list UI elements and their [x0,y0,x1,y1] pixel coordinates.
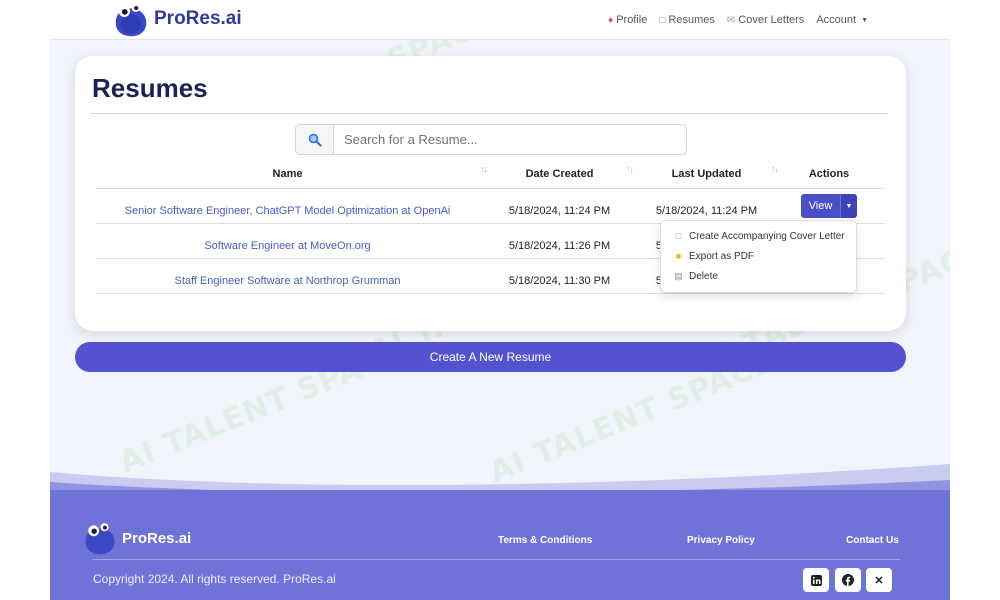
document-icon: □ [659,14,666,26]
column-header-name[interactable]: Name [95,168,480,180]
page-title: Resumes [92,73,208,103]
prores-logo-icon [115,3,147,37]
copyright-text: Copyright 2024. All rights reserved. Pro… [93,572,336,586]
chevron-down-icon: ▼ [845,202,853,210]
column-header-actions: Actions [808,168,850,180]
export-pdf-menu-item[interactable]: ■ Export as PDF [661,246,856,266]
sort-icon[interactable]: ↑↓ [626,164,634,174]
nav-resumes-link[interactable]: □ Resumes [659,14,715,26]
nav-link-label: Resumes [668,14,715,26]
actions-dropdown-toggle[interactable]: ▼ [840,194,857,218]
document-icon: □ [675,231,682,241]
nav-profile-link[interactable]: ♦ Profile [608,14,647,26]
view-button[interactable]: View [801,194,840,218]
footer-brand-name: ProRes.ai [122,529,192,547]
resume-name-link[interactable]: Staff Engineer Software at Northrop Grum… [95,275,480,287]
menu-item-label: Delete [689,270,718,282]
table-divider [95,188,885,189]
chevron-down-icon: ▼ [861,16,868,24]
x-icon[interactable]: ✕ [866,568,892,592]
flame-icon: ♦ [608,14,614,26]
trash-icon: ▤ [674,270,683,281]
menu-item-label: Export as PDF [689,250,755,262]
search-button[interactable] [296,125,334,154]
page: AI TALENT SPACE AI TALENT SPACE AI TALEN… [50,0,950,600]
linkedin-icon[interactable] [803,568,829,592]
search-input[interactable] [334,125,686,154]
footer-privacy-link[interactable]: Privacy Policy [687,535,755,546]
top-navbar: ProRes.ai ♦ Profile □ Resumes ✉ Cover Le… [50,0,950,40]
footer-contact-link[interactable]: Contact Us [846,535,899,546]
folder-icon: ■ [675,251,682,261]
date-created-cell: 5/18/2024, 11:30 PM [508,275,611,287]
footer-terms-link[interactable]: Terms & Conditions [498,535,592,546]
actions-dropdown-menu: □ Create Accompanying Cover Letter ■ Exp… [660,220,857,293]
footer-divider [92,559,900,560]
footer-brand[interactable]: ProRes.ai [82,520,191,556]
nav-link-label: Profile [616,14,648,26]
resume-name-link[interactable]: Software Engineer at MoveOn.org [95,240,480,252]
nav-link-label: Cover Letters [738,14,805,26]
brand-logo-link[interactable]: ProRes.ai [112,0,242,38]
delete-menu-item[interactable]: ▤ Delete [661,266,856,286]
sort-icon[interactable]: ↑↓ [480,164,488,174]
search-icon [308,133,322,147]
nav-link-label: Account [816,14,857,26]
resume-name-link[interactable]: Senior Software Engineer, ChatGPT Model … [95,205,480,217]
actions-button-group: View ▼ [801,194,857,218]
footer: ProRes.ai Terms & Conditions Privacy Pol… [50,490,950,600]
nav-cover-letters-link[interactable]: ✉ Cover Letters [727,14,804,26]
brand-name: ProRes.ai [154,8,242,29]
search-bar [295,124,687,155]
date-created-cell: 5/18/2024, 11:26 PM [508,240,611,252]
prores-logo-icon [85,523,115,555]
title-divider [91,113,888,114]
create-new-resume-button[interactable]: Create A New Resume [75,342,906,372]
create-cover-letter-menu-item[interactable]: □ Create Accompanying Cover Letter [661,226,856,246]
nav-links: ♦ Profile □ Resumes ✉ Cover Letters Acco… [608,0,868,40]
table-row-divider [95,293,885,294]
last-updated-cell: 5/18/2024, 11:24 PM [655,205,758,217]
envelope-icon: ✉ [726,14,736,26]
date-created-cell: 5/18/2024, 11:24 PM [508,205,611,217]
column-header-last-updated[interactable]: Last Updated [635,168,778,180]
nav-account-dropdown[interactable]: Account ▼ [816,14,868,26]
menu-item-label: Create Accompanying Cover Letter [689,230,845,242]
column-header-date-created[interactable]: Date Created [487,168,632,180]
facebook-icon[interactable] [835,568,861,592]
sort-icon[interactable]: ↑↓ [771,164,779,174]
